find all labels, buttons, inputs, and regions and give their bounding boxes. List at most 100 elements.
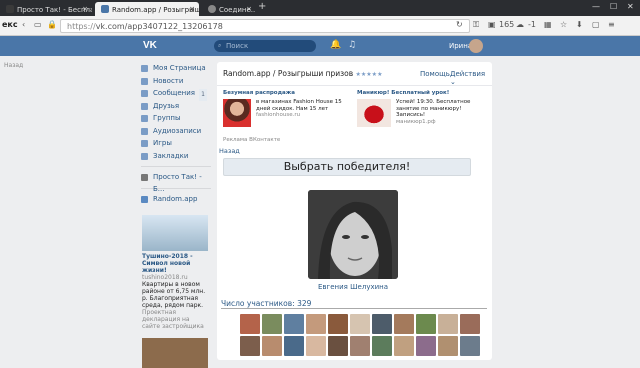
actions-menu[interactable]: Действия ⌄	[450, 70, 492, 86]
games-icon	[141, 140, 148, 147]
vk-header: VK ⌕ Поиск 🔔 ♫ Ирина	[0, 36, 640, 56]
app-icon	[141, 174, 148, 181]
url-field[interactable]: https://vk.com/app3407122_13206178	[60, 19, 470, 33]
back-link[interactable]: Назад	[219, 147, 240, 155]
sidebar-ad[interactable]: Тушино-2018 - Символ новой жизни! tushin…	[142, 215, 208, 368]
url-scheme: https://	[67, 22, 96, 31]
participant-avatar[interactable]	[350, 314, 370, 334]
bell-icon[interactable]: 🔔	[330, 40, 341, 50]
search-input[interactable]: ⌕ Поиск	[214, 40, 316, 52]
participant-avatar[interactable]	[416, 314, 436, 334]
menu-icon[interactable]: ≡	[608, 20, 615, 29]
choose-winner-button[interactable]: Выбрать победителя!	[223, 158, 471, 176]
winner-name[interactable]: Евгения Шелухина	[217, 283, 489, 291]
minimize-icon[interactable]: —	[592, 2, 600, 11]
participant-avatar[interactable]	[328, 314, 348, 334]
pocket-icon[interactable]: ▢	[592, 20, 600, 29]
lock-icon: 🔒	[47, 20, 57, 29]
participant-avatar[interactable]	[328, 336, 348, 356]
vk-icon	[101, 5, 109, 13]
participant-avatar[interactable]	[240, 314, 260, 334]
extension-icon[interactable]: ▣	[488, 20, 496, 29]
participant-avatar[interactable]	[372, 336, 392, 356]
sidebar-item-label: Друзья	[153, 101, 180, 110]
participant-avatar[interactable]	[372, 314, 392, 334]
participant-avatar[interactable]	[284, 314, 304, 334]
weather-icon[interactable]: ☁	[516, 20, 524, 29]
back-link-left[interactable]: Назад	[4, 62, 23, 69]
sidebar-item-app-random[interactable]: Random.app	[141, 193, 211, 206]
sidebar-item-label: Сообщения	[153, 89, 196, 97]
tab-prosto-tak[interactable]: Просто Так! - Бесплатно... ×	[0, 2, 92, 16]
participants-count: Число участников: 329	[221, 299, 312, 308]
rating-stars: ★★★★★	[355, 71, 383, 78]
ad-image	[357, 99, 391, 127]
avatar[interactable]	[469, 39, 483, 53]
close-tab-icon[interactable]: ×	[82, 5, 88, 13]
divider	[217, 85, 492, 86]
close-tab-icon[interactable]: ×	[246, 5, 252, 13]
new-tab-button[interactable]: +	[258, 1, 266, 12]
tab-label: Random.app / Розыгрыш...	[112, 6, 199, 14]
tab-random-app[interactable]: Random.app / Розыгрыш... ×	[95, 2, 199, 16]
back-icon[interactable]: ‹	[22, 20, 25, 29]
sidebar-item-groups[interactable]: Группы	[141, 112, 211, 125]
weather-temp: -1	[528, 20, 536, 29]
folder-icon[interactable]: ▭	[34, 20, 42, 29]
sidebar-item-bookmarks[interactable]: Закладки	[141, 150, 211, 163]
ad-title: Тушино-2018 - Символ новой жизни!	[142, 253, 193, 274]
sidebar-item-games[interactable]: Игры	[141, 137, 211, 150]
app-panel: Random.app / Розыгрыши призов ★★★★★ Помо…	[217, 62, 492, 360]
tab-connection[interactable]: Соедине... ×	[202, 2, 256, 16]
browser-tab-bar: Просто Так! - Бесплатно... × Random.app …	[0, 0, 640, 16]
news-icon	[141, 77, 148, 85]
audio-icon	[141, 127, 148, 135]
ad-text: в магазинах Fashion House 15 дней скидок…	[256, 99, 351, 119]
participant-avatar[interactable]	[306, 314, 326, 334]
participant-avatar[interactable]	[306, 336, 326, 356]
star-icon[interactable]: ☆	[560, 20, 567, 29]
participant-avatar[interactable]	[284, 336, 304, 356]
sidebar-item-label: Просто Так! - Б...	[153, 173, 202, 193]
sidebar-item-label: Закладки	[153, 151, 189, 160]
ad-manicure[interactable]: Маникюр! Бесплатный урок! Успей! 19:30. …	[357, 90, 487, 127]
bookmark-icon[interactable]: ▦	[544, 20, 552, 29]
participant-avatar[interactable]	[416, 336, 436, 356]
ad-fashion-house[interactable]: Безумная распродажа в магазинах Fashion …	[223, 90, 353, 127]
sidebar-item-app-prosto-tak[interactable]: Просто Так! - Б...	[141, 171, 211, 193]
sidebar-item-my-page[interactable]: Моя Страница	[141, 62, 211, 75]
ad-text: Успей! 19:30. Бесплатное занятие по мани…	[396, 99, 486, 125]
sidebar-item-friends[interactable]: Друзья	[141, 100, 211, 113]
ad-image	[142, 215, 208, 251]
friends-icon	[141, 102, 148, 110]
participant-avatar[interactable]	[438, 314, 458, 334]
app-icon	[141, 195, 148, 203]
vk-ads-label[interactable]: Реклама ВКонтакте	[223, 137, 280, 143]
tab-label: Просто Так! - Бесплатно...	[17, 6, 92, 14]
participant-avatar[interactable]	[460, 336, 480, 356]
maximize-icon[interactable]: ☐	[610, 2, 617, 11]
participant-avatar[interactable]	[240, 336, 260, 356]
participant-avatar[interactable]	[460, 314, 480, 334]
participant-avatar[interactable]	[350, 336, 370, 356]
vk-logo[interactable]: VK	[143, 40, 157, 51]
participant-avatar[interactable]	[394, 314, 414, 334]
search-placeholder: Поиск	[226, 42, 249, 50]
key-icon[interactable]: ⚿	[473, 20, 479, 30]
music-icon[interactable]: ♫	[348, 40, 356, 50]
sidebar-item-audio[interactable]: Аудиозаписи	[141, 125, 211, 138]
help-link[interactable]: Помощь	[420, 70, 450, 78]
close-window-icon[interactable]: ✕	[627, 2, 634, 11]
sidebar-item-messages[interactable]: Сообщения 1	[141, 87, 211, 101]
reload-icon[interactable]: ↻	[456, 20, 463, 29]
download-icon[interactable]: ⬇	[576, 20, 583, 29]
sidebar-item-news[interactable]: Новости	[141, 75, 211, 88]
participant-avatar[interactable]	[262, 336, 282, 356]
divider	[141, 166, 211, 167]
participant-avatar[interactable]	[438, 336, 458, 356]
participant-avatar[interactable]	[394, 336, 414, 356]
participant-avatar[interactable]	[262, 314, 282, 334]
close-tab-icon[interactable]: ×	[189, 5, 195, 13]
winner-photo[interactable]	[308, 190, 398, 279]
address-bar-row: екс ‹ ▭ 🔒 https://vk.com/app3407122_1320…	[0, 16, 640, 36]
